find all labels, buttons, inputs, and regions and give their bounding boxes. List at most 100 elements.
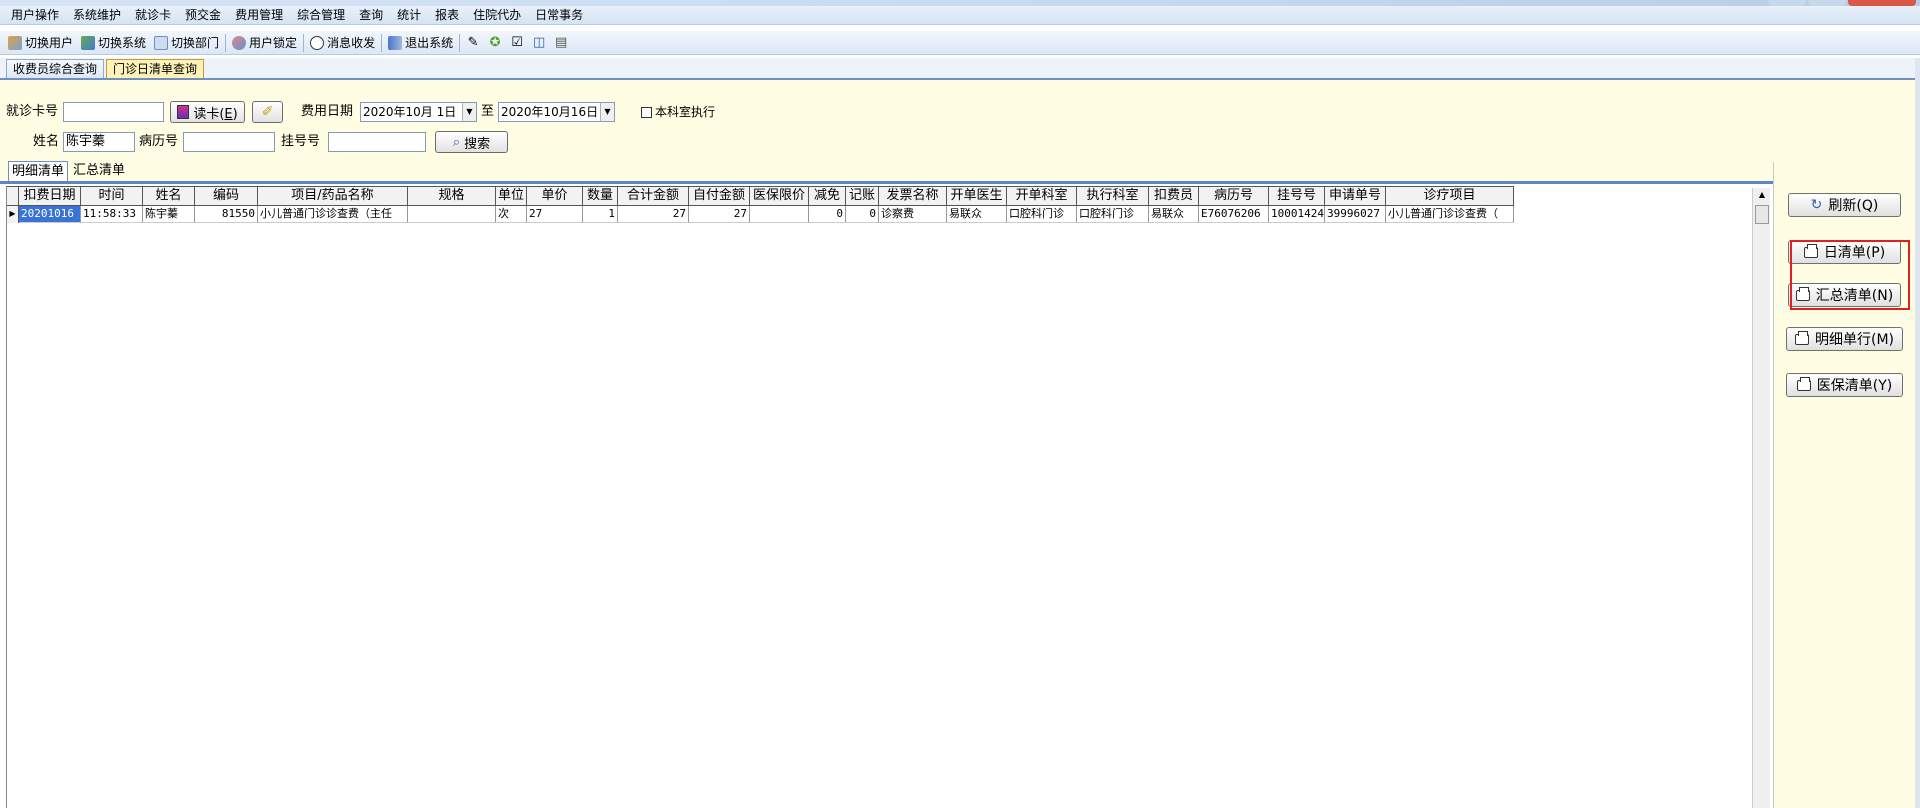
- column-header[interactable]: 合计金额: [618, 187, 689, 205]
- messages-button[interactable]: 消息收发: [306, 33, 379, 53]
- menu-daily-affairs[interactable]: 日常事务: [528, 6, 590, 25]
- table-cell[interactable]: 39996027: [1325, 206, 1386, 223]
- reg-no-input[interactable]: [328, 132, 426, 152]
- table-cell[interactable]: 0: [846, 206, 879, 223]
- column-header[interactable]: 申请单号: [1325, 187, 1386, 205]
- tab-cashier-query[interactable]: 收费员综合查询: [6, 59, 105, 78]
- window-icon[interactable]: ▤: [553, 35, 569, 51]
- scroll-thumb[interactable]: [1755, 205, 1769, 224]
- column-header[interactable]: 开单科室: [1007, 187, 1077, 205]
- dept-exec-checkbox[interactable]: [641, 107, 652, 118]
- column-header[interactable]: 姓名: [143, 187, 195, 205]
- menu-bar: 用户操作 系统维护 就诊卡 预交金 费用管理 综合管理 查询 统计 报表 住院代…: [0, 6, 1920, 25]
- window-edge-scrollbar: [1915, 58, 1920, 808]
- printer-icon: [1796, 376, 1811, 391]
- search-button[interactable]: ⌕ 搜索: [435, 131, 508, 153]
- table-cell[interactable]: 27: [527, 206, 583, 223]
- search-icon: ⌕: [452, 134, 461, 150]
- menu-reports[interactable]: 报表: [428, 6, 466, 25]
- column-header[interactable]: 扣费日期: [19, 187, 81, 205]
- tab-outpatient-daily-list[interactable]: 门诊日清单查询: [106, 59, 205, 78]
- menu-prepayment[interactable]: 预交金: [178, 6, 228, 25]
- column-header[interactable]: 项目/药品名称: [258, 187, 408, 205]
- checkbox-icon[interactable]: ☑: [509, 35, 525, 51]
- insurance-list-button[interactable]: 医保清单(Y): [1786, 373, 1903, 397]
- chevron-down-icon[interactable]: ▼: [462, 103, 476, 121]
- column-header[interactable]: 单价: [527, 187, 583, 205]
- switch-system-button[interactable]: 切换系统: [77, 33, 150, 53]
- record-no-input[interactable]: [183, 132, 275, 152]
- table-cell[interactable]: 口腔科门诊: [1077, 206, 1149, 223]
- switch-user-icon: [8, 35, 22, 50]
- messages-label: 消息收发: [327, 36, 376, 50]
- column-header[interactable]: 开单医生: [947, 187, 1007, 205]
- column-header[interactable]: 编码: [195, 187, 258, 205]
- switch-dept-button[interactable]: 切换部门: [150, 33, 223, 53]
- table-cell[interactable]: 小儿普通门诊诊查费（: [1386, 206, 1514, 223]
- menu-fee-management[interactable]: 费用管理: [228, 6, 290, 25]
- table-cell[interactable]: 0: [809, 206, 846, 223]
- table-cell[interactable]: 口腔科门诊: [1007, 206, 1077, 223]
- card-no-input[interactable]: [63, 102, 164, 122]
- column-header[interactable]: 规格: [408, 187, 496, 205]
- name-input[interactable]: 陈宇蓁: [63, 132, 135, 152]
- name-label: 姓名: [33, 134, 60, 149]
- award-icon[interactable]: ✪: [487, 35, 503, 51]
- column-header[interactable]: 挂号号: [1269, 187, 1325, 205]
- column-header[interactable]: 减免: [809, 187, 846, 205]
- chevron-down-icon[interactable]: ▼: [600, 103, 614, 121]
- exit-system-button[interactable]: 退出系统: [384, 33, 457, 53]
- detail-row-button[interactable]: 明细单行(M): [1786, 327, 1903, 351]
- table-cell[interactable]: [408, 206, 496, 223]
- column-header[interactable]: 单位: [496, 187, 527, 205]
- column-header[interactable]: 自付金额: [689, 187, 750, 205]
- pencil-icon[interactable]: ✎: [465, 35, 481, 51]
- menu-user-ops[interactable]: 用户操作: [4, 6, 66, 25]
- column-header[interactable]: 数量: [583, 187, 618, 205]
- table-row[interactable]: ▶ 20201016 11:58:33 陈宇蓁 81550 小儿普通门诊诊查费（…: [7, 206, 1514, 223]
- table-cell[interactable]: 20201016: [19, 206, 81, 223]
- menu-statistics[interactable]: 统计: [390, 6, 428, 25]
- tab-detail-list[interactable]: 明细清单: [8, 161, 69, 181]
- menu-visit-card[interactable]: 就诊卡: [128, 6, 178, 25]
- toolbar-separator: [459, 33, 461, 52]
- table-cell[interactable]: 小儿普通门诊诊查费（主任: [258, 206, 408, 223]
- clear-button[interactable]: ✐: [252, 101, 283, 123]
- column-header[interactable]: 记账: [846, 187, 879, 205]
- menu-inpatient-agent[interactable]: 住院代办: [466, 6, 528, 25]
- table-cell[interactable]: 27: [689, 206, 750, 223]
- table-cell[interactable]: 易联众: [1149, 206, 1199, 223]
- column-header[interactable]: 扣费员: [1149, 187, 1199, 205]
- read-card-button[interactable]: 读卡(E): [170, 101, 245, 123]
- table-cell[interactable]: E76076206: [1199, 206, 1269, 223]
- table-cell[interactable]: 1: [583, 206, 618, 223]
- scroll-up-icon[interactable]: ▲: [1753, 188, 1771, 202]
- columns-icon[interactable]: ◫: [531, 35, 547, 51]
- table-cell[interactable]: [750, 206, 809, 223]
- switch-user-button[interactable]: 切换用户: [4, 33, 77, 53]
- date-to-picker[interactable]: 2020年10月16日 ▼: [498, 102, 615, 122]
- grid-vertical-scrollbar[interactable]: ▲: [1752, 188, 1770, 808]
- lock-user-button[interactable]: 用户锁定: [228, 33, 301, 53]
- column-header[interactable]: 诊疗项目: [1386, 187, 1514, 205]
- read-card-label: 读卡(E): [193, 106, 238, 122]
- column-header[interactable]: 发票名称: [879, 187, 947, 205]
- menu-query[interactable]: 查询: [352, 6, 390, 25]
- column-header[interactable]: 病历号: [1199, 187, 1269, 205]
- date-from-picker[interactable]: 2020年10月 1日 ▼: [360, 102, 477, 122]
- column-header[interactable]: 执行科室: [1077, 187, 1149, 205]
- table-cell[interactable]: 陈宇蓁: [143, 206, 195, 223]
- refresh-button[interactable]: ↻ 刷新(Q): [1788, 193, 1901, 217]
- table-cell[interactable]: 27: [618, 206, 689, 223]
- table-cell[interactable]: 81550: [195, 206, 258, 223]
- tab-summary-list[interactable]: 汇总清单: [70, 161, 128, 181]
- table-cell[interactable]: 易联众: [947, 206, 1007, 223]
- menu-system-maintenance[interactable]: 系统维护: [66, 6, 128, 25]
- column-header[interactable]: 时间: [81, 187, 143, 205]
- table-cell[interactable]: 次: [496, 206, 527, 223]
- table-cell[interactable]: 诊察费: [879, 206, 947, 223]
- table-cell[interactable]: 11:58:33: [81, 206, 143, 223]
- menu-general-management[interactable]: 综合管理: [290, 6, 352, 25]
- column-header[interactable]: 医保限价: [750, 187, 809, 205]
- table-cell[interactable]: 10001424: [1269, 206, 1325, 223]
